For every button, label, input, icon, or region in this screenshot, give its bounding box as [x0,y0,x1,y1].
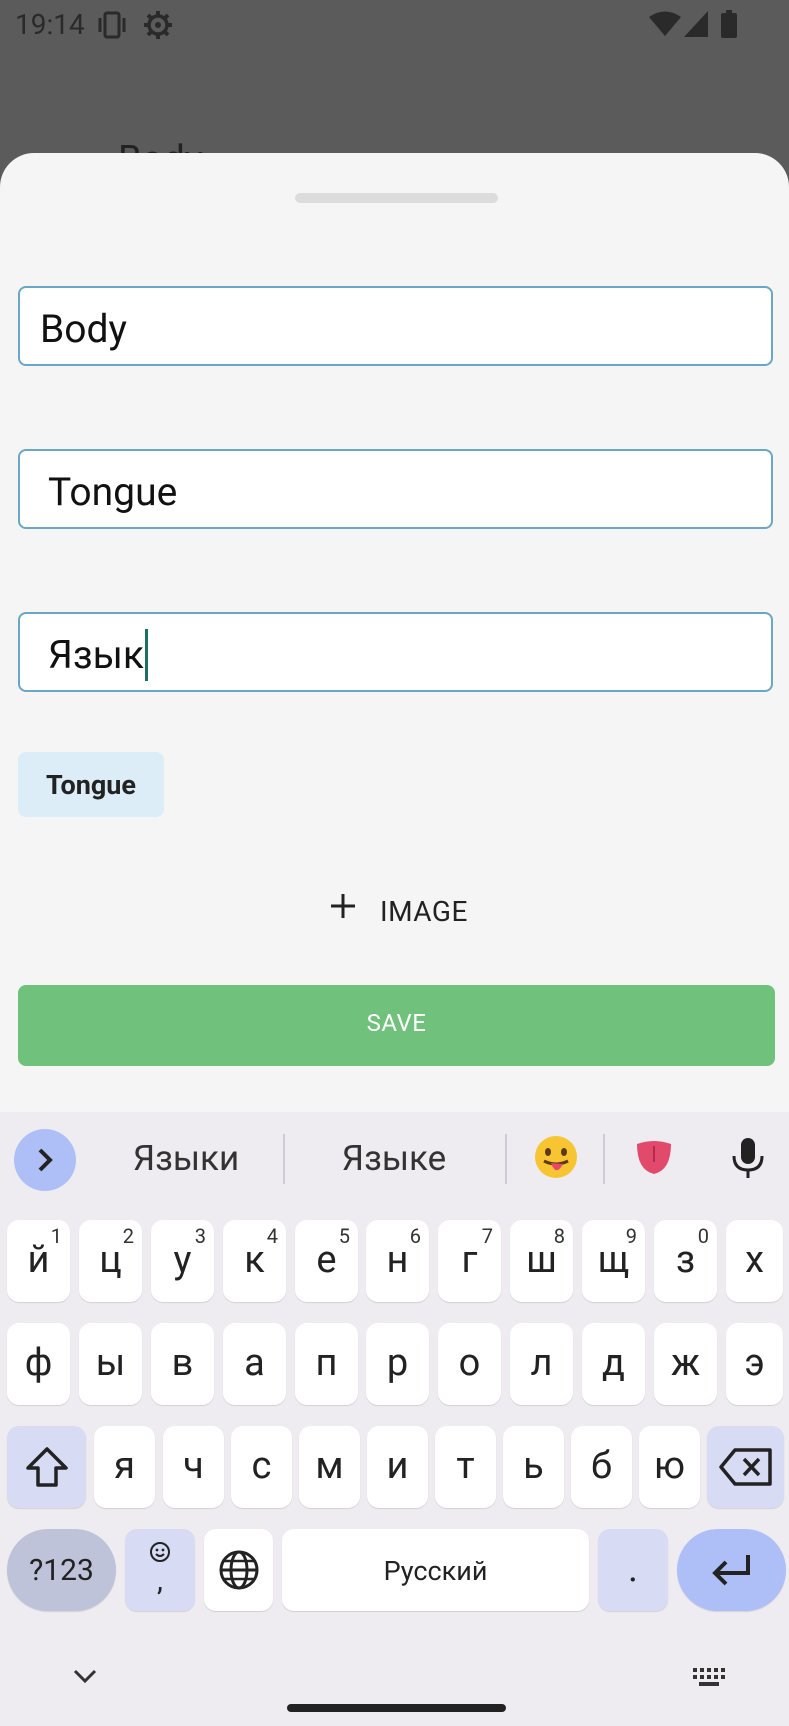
microphone-icon[interactable] [723,1132,773,1182]
key-х[interactable]: х [726,1220,783,1302]
wifi-icon [648,10,682,45]
key-ш[interactable]: ш8 [510,1220,573,1302]
word-field[interactable]: Tongue [18,449,773,529]
save-button-label: SAVE [366,1009,427,1037]
battery-icon [721,10,737,45]
suggestion-bar: Языки Языке [0,1112,789,1208]
key-й[interactable]: й1 [7,1220,70,1302]
key-л[interactable]: л [510,1323,573,1405]
suggestion-divider [283,1134,285,1184]
shift-key[interactable] [7,1426,86,1508]
key-е[interactable]: е5 [295,1220,358,1302]
enter-key[interactable] [677,1529,786,1611]
chevron-right-icon [38,1148,53,1172]
key-к[interactable]: к4 [223,1220,286,1302]
translation-field-value: Язык [48,632,144,678]
key-и[interactable]: и [367,1426,428,1508]
save-button[interactable]: SAVE [18,985,775,1066]
category-field[interactable]: Body [18,286,773,366]
key-п[interactable]: п [295,1323,358,1405]
key-г[interactable]: г7 [438,1220,501,1302]
emoji-smiley-icon [150,1542,170,1562]
settings-gear-icon [143,10,173,47]
key-а[interactable]: а [223,1323,286,1405]
drag-handle[interactable] [295,193,498,203]
key-ы[interactable]: ы [79,1323,142,1405]
plus-icon [330,893,356,923]
text-cursor [145,628,148,681]
key-о[interactable]: о [438,1323,501,1405]
hide-keyboard-chevron-down-icon[interactable] [71,1666,99,1690]
add-image-button[interactable]: IMAGE [320,887,480,937]
suggestion-divider [505,1134,507,1184]
key-з[interactable]: з0 [654,1220,717,1302]
suggestion-1[interactable]: Языки [122,1138,250,1179]
key-н[interactable]: н6 [366,1220,429,1302]
key-я[interactable]: я [94,1426,155,1508]
tag-chip-label: Tongue [46,769,136,801]
tag-chip[interactable]: Tongue [18,752,164,817]
shift-arrow-icon [26,1447,68,1487]
translation-field[interactable]: Язык [18,612,773,692]
expand-toolbar-button[interactable] [14,1129,76,1191]
vibrate-icon [98,10,126,47]
backspace-icon [719,1448,772,1486]
language-key[interactable] [204,1529,273,1611]
globe-icon [219,1550,259,1590]
status-bar: 19:14 [0,0,789,50]
key-ю[interactable]: ю [639,1426,700,1508]
bottom-sheet: Body Tongue Язык Tongue IMAGE SAVE [0,153,789,1120]
key-р[interactable]: р [366,1323,429,1405]
home-gesture-bar[interactable] [287,1704,506,1712]
key-т[interactable]: т [435,1426,496,1508]
key-э[interactable]: э [726,1323,783,1405]
keyboard-switcher-icon[interactable] [692,1666,726,1692]
status-time: 19:14 [15,8,85,41]
emoji-suggestion-tongue-face-icon[interactable] [531,1132,581,1182]
key-ц[interactable]: ц2 [79,1220,142,1302]
key-ь[interactable]: ь [503,1426,564,1508]
key-у[interactable]: у3 [151,1220,214,1302]
key-ч[interactable]: ч [163,1426,224,1508]
key-ф[interactable]: ф [7,1323,70,1405]
on-screen-keyboard: Языки Языке й1 ц2 у3 к4 е5 н6 г7 ш8 щ9 з… [0,1112,789,1726]
key-с[interactable]: с [231,1426,292,1508]
key-щ[interactable]: щ9 [582,1220,645,1302]
word-field-value: Tongue [48,469,178,515]
suggestion-divider [603,1134,605,1184]
add-image-label: IMAGE [380,895,468,928]
key-в[interactable]: в [151,1323,214,1405]
key-д[interactable]: д [582,1323,645,1405]
key-м[interactable]: м [299,1426,360,1508]
space-key[interactable]: Русский [282,1529,589,1611]
enter-arrow-icon [712,1555,750,1586]
backspace-key[interactable] [707,1426,784,1508]
category-field-value: Body [40,306,127,352]
suggestion-2[interactable]: Языке [330,1138,458,1179]
cell-signal-icon [683,10,709,45]
navigation-bar [0,1650,789,1726]
symbols-key[interactable]: ?123 [7,1529,116,1611]
key-б[interactable]: б [571,1426,632,1508]
key-ж[interactable]: ж [654,1323,717,1405]
emoji-suggestion-tongue-icon[interactable] [629,1132,679,1182]
period-key[interactable]: . [598,1529,668,1611]
emoji-comma-key[interactable]: , [125,1529,195,1611]
